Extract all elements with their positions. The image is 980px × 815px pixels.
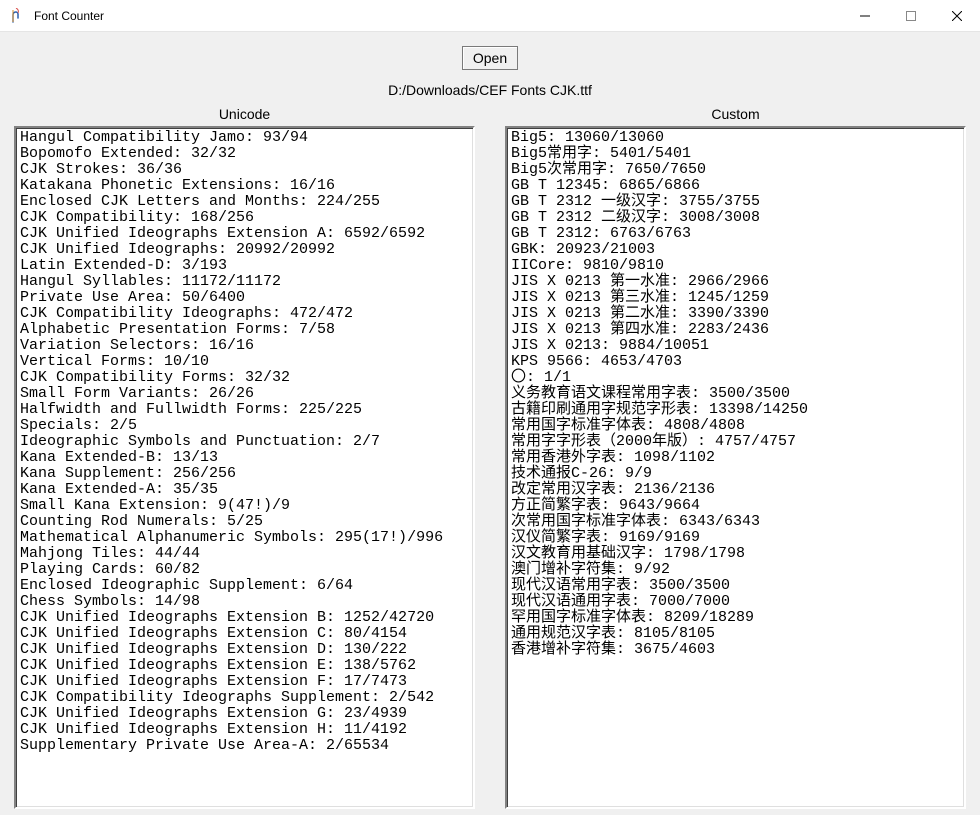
open-button[interactable]: Open: [462, 46, 518, 70]
list-item[interactable]: Ideographic Symbols and Punctuation: 2/7: [20, 434, 469, 450]
list-item[interactable]: Specials: 2/5: [20, 418, 469, 434]
list-item[interactable]: JIS X 0213: 9884/10051: [511, 338, 960, 354]
list-item[interactable]: CJK Unified Ideographs Extension F: 17/7…: [20, 674, 469, 690]
list-item[interactable]: CJK Unified Ideographs Extension E: 138/…: [20, 658, 469, 674]
list-item[interactable]: Hangul Syllables: 11172/11172: [20, 274, 469, 290]
list-item[interactable]: GB T 2312: 6763/6763: [511, 226, 960, 242]
title-bar: Font Counter: [0, 0, 980, 32]
list-item[interactable]: 通用规范汉字表: 8105/8105: [511, 626, 960, 642]
list-item[interactable]: 现代汉语常用字表: 3500/3500: [511, 578, 960, 594]
list-item[interactable]: CJK Unified Ideographs Extension C: 80/4…: [20, 626, 469, 642]
list-item[interactable]: Enclosed Ideographic Supplement: 6/64: [20, 578, 469, 594]
list-item[interactable]: 义务教育语文课程常用字表: 3500/3500: [511, 386, 960, 402]
list-item[interactable]: 方正简繁字表: 9643/9664: [511, 498, 960, 514]
list-item[interactable]: JIS X 0213 第二水准: 3390/3390: [511, 306, 960, 322]
list-item[interactable]: CJK Unified Ideographs Extension G: 23/4…: [20, 706, 469, 722]
app-icon: [10, 8, 26, 24]
list-item[interactable]: CJK Compatibility Forms: 32/32: [20, 370, 469, 386]
list-item[interactable]: Katakana Phonetic Extensions: 16/16: [20, 178, 469, 194]
list-item[interactable]: Hangul Compatibility Jamo: 93/94: [20, 130, 469, 146]
list-item[interactable]: Private Use Area: 50/6400: [20, 290, 469, 306]
custom-header: Custom: [505, 106, 966, 122]
list-item[interactable]: Supplementary Private Use Area-A: 2/6553…: [20, 738, 469, 754]
list-item[interactable]: 常用香港外字表: 1098/1102: [511, 450, 960, 466]
list-item[interactable]: JIS X 0213 第一水准: 2966/2966: [511, 274, 960, 290]
close-button[interactable]: [934, 0, 980, 32]
list-item[interactable]: Variation Selectors: 16/16: [20, 338, 469, 354]
list-item[interactable]: CJK Unified Ideographs Extension D: 130/…: [20, 642, 469, 658]
list-item[interactable]: Playing Cards: 60/82: [20, 562, 469, 578]
list-item[interactable]: Enclosed CJK Letters and Months: 224/255: [20, 194, 469, 210]
file-path-label: D:/Downloads/CEF Fonts CJK.ttf: [14, 82, 966, 98]
maximize-button[interactable]: [888, 0, 934, 32]
list-item[interactable]: 改定常用汉字表: 2136/2136: [511, 482, 960, 498]
list-item[interactable]: CJK Unified Ideographs Extension H: 11/4…: [20, 722, 469, 738]
list-item[interactable]: CJK Unified Ideographs Extension B: 1252…: [20, 610, 469, 626]
custom-listbox[interactable]: Big5: 13060/13060Big5常用字: 5401/5401Big5次…: [505, 126, 966, 809]
list-item[interactable]: GBK: 20923/21003: [511, 242, 960, 258]
list-item[interactable]: Vertical Forms: 10/10: [20, 354, 469, 370]
list-item[interactable]: 澳门增补字符集: 9/92: [511, 562, 960, 578]
list-item[interactable]: Alphabetic Presentation Forms: 7/58: [20, 322, 469, 338]
list-item[interactable]: 香港增补字符集: 3675/4603: [511, 642, 960, 658]
list-item[interactable]: Halfwidth and Fullwidth Forms: 225/225: [20, 402, 469, 418]
client-area: Open D:/Downloads/CEF Fonts CJK.ttf Unic…: [0, 32, 980, 815]
unicode-listbox[interactable]: Hangul Compatibility Jamo: 93/94Bopomofo…: [14, 126, 475, 809]
list-item[interactable]: CJK Compatibility Ideographs: 472/472: [20, 306, 469, 322]
list-item[interactable]: Mathematical Alphanumeric Symbols: 295(1…: [20, 530, 469, 546]
list-item[interactable]: 汉仪简繁字表: 9169/9169: [511, 530, 960, 546]
list-item[interactable]: 次常用国字标准字体表: 6343/6343: [511, 514, 960, 530]
list-item[interactable]: Latin Extended-D: 3/193: [20, 258, 469, 274]
list-item[interactable]: 汉文教育用基础汉字: 1798/1798: [511, 546, 960, 562]
list-item[interactable]: 现代汉语通用字表: 7000/7000: [511, 594, 960, 610]
list-item[interactable]: GB T 12345: 6865/6866: [511, 178, 960, 194]
list-item[interactable]: 常用字字形表（2000年版）: 4757/4757: [511, 434, 960, 450]
list-item[interactable]: Counting Rod Numerals: 5/25: [20, 514, 469, 530]
list-item[interactable]: 常用国字标准字体表: 4808/4808: [511, 418, 960, 434]
list-item[interactable]: CJK Unified Ideographs: 20992/20992: [20, 242, 469, 258]
list-item[interactable]: KPS 9566: 4653/4703: [511, 354, 960, 370]
list-item[interactable]: Bopomofo Extended: 32/32: [20, 146, 469, 162]
list-item[interactable]: JIS X 0213 第三水准: 1245/1259: [511, 290, 960, 306]
list-item[interactable]: CJK Compatibility: 168/256: [20, 210, 469, 226]
list-item[interactable]: CJK Unified Ideographs Extension A: 6592…: [20, 226, 469, 242]
list-item[interactable]: CJK Compatibility Ideographs Supplement:…: [20, 690, 469, 706]
list-item[interactable]: Kana Extended-B: 13/13: [20, 450, 469, 466]
list-item[interactable]: Big5常用字: 5401/5401: [511, 146, 960, 162]
unicode-header: Unicode: [14, 106, 475, 122]
list-item[interactable]: IICore: 9810/9810: [511, 258, 960, 274]
list-item[interactable]: CJK Strokes: 36/36: [20, 162, 469, 178]
list-item[interactable]: Big5次常用字: 7650/7650: [511, 162, 960, 178]
minimize-button[interactable]: [842, 0, 888, 32]
list-item[interactable]: GB T 2312 二级汉字: 3008/3008: [511, 210, 960, 226]
list-item[interactable]: JIS X 0213 第四水准: 2283/2436: [511, 322, 960, 338]
list-item[interactable]: Kana Extended-A: 35/35: [20, 482, 469, 498]
list-item[interactable]: Small Form Variants: 26/26: [20, 386, 469, 402]
list-item[interactable]: 罕用国字标准字体表: 8209/18289: [511, 610, 960, 626]
list-item[interactable]: Kana Supplement: 256/256: [20, 466, 469, 482]
list-item[interactable]: GB T 2312 一级汉字: 3755/3755: [511, 194, 960, 210]
list-item[interactable]: Small Kana Extension: 9(47!)/9: [20, 498, 469, 514]
list-item[interactable]: Mahjong Tiles: 44/44: [20, 546, 469, 562]
list-item[interactable]: 古籍印刷通用字规范字形表: 13398/14250: [511, 402, 960, 418]
list-item[interactable]: Chess Symbols: 14/98: [20, 594, 469, 610]
list-item[interactable]: 技术通报C-26: 9/9: [511, 466, 960, 482]
window-title: Font Counter: [34, 9, 104, 23]
list-item[interactable]: Big5: 13060/13060: [511, 130, 960, 146]
list-item[interactable]: 〇: 1/1: [511, 370, 960, 386]
